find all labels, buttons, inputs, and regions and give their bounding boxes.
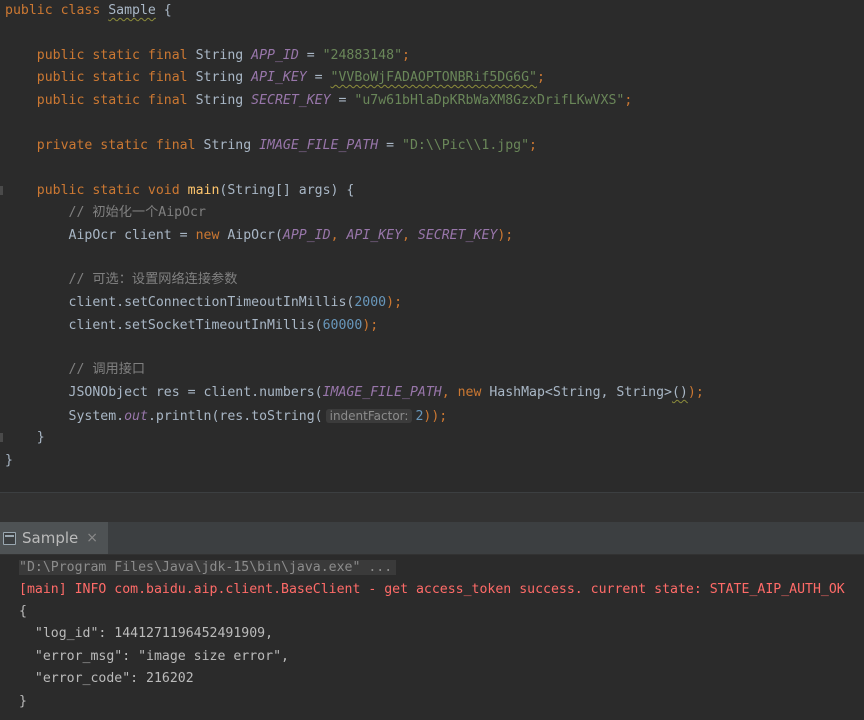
code-line-class-decl: public class Sample { — [5, 0, 172, 22]
panel-divider[interactable] — [0, 492, 864, 523]
constant-name: API_KEY — [346, 228, 403, 243]
semicolon: ; — [402, 48, 410, 63]
fold-marker-icon[interactable] — [0, 433, 3, 442]
code-line-close-method: } — [5, 427, 45, 449]
code-text: ); — [386, 295, 403, 310]
console-gutter — [0, 555, 8, 720]
tab-label: Sample — [22, 529, 79, 547]
constant-name: IMAGE_FILE_PATH — [322, 385, 442, 400]
code-line-connection-timeout: client.setConnectionTimeoutInMillis(2000… — [5, 292, 402, 314]
number-literal: 2000 — [354, 295, 387, 310]
constant-name: API_KEY — [251, 70, 307, 85]
method-name: main — [187, 183, 220, 198]
keyword: public static final — [36, 70, 196, 85]
keyword: private static final — [36, 138, 204, 153]
code-text: AipOcr( — [227, 228, 283, 243]
code-text: )); — [423, 409, 448, 424]
console-log-line: [main] INFO com.baidu.aip.client.BaseCli… — [19, 579, 845, 601]
operator: = — [378, 138, 402, 153]
code-line-app-id: public static final String APP_ID = "248… — [5, 45, 410, 67]
semicolon: ; — [529, 138, 537, 153]
constant-name: SECRET_KEY — [251, 93, 331, 108]
code-line-close-class: } — [5, 450, 13, 472]
code-line-socket-timeout: client.setSocketTimeoutInMillis(60000); — [5, 315, 379, 337]
code-text: .println(res.toString( — [147, 409, 323, 424]
code-line-api-key: public static final String API_KEY = "VV… — [5, 67, 545, 89]
code-text: System. — [68, 409, 125, 424]
constant-name: IMAGE_FILE_PATH — [259, 138, 379, 153]
number-literal: 60000 — [322, 318, 363, 333]
console-json-line: { — [19, 604, 27, 619]
code-text: ); — [362, 318, 379, 333]
keyword: public static final — [36, 48, 196, 63]
console-json-line: "log_id": 1441271196452491909, — [19, 626, 274, 641]
code-text: { — [155, 3, 172, 18]
operator: = — [298, 48, 323, 63]
code-text: (String[] args) { — [219, 183, 355, 198]
string-literal: "u7w61bHlaDpKRbWaXM8GzxDrifLKwVXS" — [354, 93, 625, 108]
separator: , — [402, 228, 418, 243]
code-text: ); — [687, 385, 704, 400]
keyword: new — [457, 385, 490, 400]
keyword: public static void — [36, 183, 188, 198]
type-name: String — [195, 93, 252, 108]
run-console-icon — [3, 531, 16, 545]
console-command-line[interactable]: "D:\Program Files\Java\jdk-15\bin\java.e… — [19, 557, 397, 579]
semicolon: ; — [624, 93, 633, 108]
code-line-numbers-call: JSONObject res = client.numbers(IMAGE_FI… — [5, 382, 704, 404]
log-text: [main] INFO com.baidu.aip.client.BaseCli… — [19, 582, 845, 597]
code-text: () — [671, 385, 688, 400]
close-icon[interactable]: × — [86, 530, 98, 546]
code-text: JSONObject res = client.numbers( — [68, 385, 323, 400]
code-text: ); — [497, 228, 514, 243]
static-field: out — [124, 409, 148, 424]
console-json-line: "error_msg": "image size error", — [19, 649, 289, 664]
fold-marker-icon[interactable] — [0, 186, 3, 195]
string-literal: "VVBoWjFADAOPTONBRif5DG6G" — [330, 70, 537, 85]
code-line-client-init: AipOcr client = new AipOcr(APP_ID, API_K… — [5, 225, 514, 247]
console-json-line: } — [19, 694, 27, 709]
comment: // 调用接口 — [68, 362, 146, 377]
operator: = — [306, 70, 331, 85]
code-text: } — [5, 453, 13, 468]
semicolon: ; — [536, 70, 545, 85]
run-console-output[interactable]: "D:\Program Files\Java\jdk-15\bin\java.e… — [0, 555, 864, 720]
parameter-hint: indentFactor: — [325, 409, 413, 423]
console-json-line: "error_code": 216202 — [19, 671, 194, 686]
code-line-secret-key: public static final String SECRET_KEY = … — [5, 90, 633, 112]
constant-name: APP_ID — [251, 48, 299, 63]
run-tab-sample[interactable]: Sample × — [0, 522, 108, 554]
keyword: public class — [5, 3, 109, 18]
constant-name: APP_ID — [282, 228, 331, 243]
code-line-comment-init: // 初始化一个AipOcr — [5, 202, 206, 224]
class-name: Sample — [108, 3, 156, 18]
code-line-image-path: private static final String IMAGE_FILE_P… — [5, 135, 537, 157]
code-editor[interactable]: public class Sample { public static fina… — [0, 0, 864, 492]
keyword: public static final — [36, 93, 196, 108]
keyword: new — [195, 228, 228, 243]
code-text: client.setConnectionTimeoutInMillis( — [68, 295, 355, 310]
code-text: AipOcr client = — [68, 228, 196, 243]
type-name: String — [195, 70, 252, 85]
code-line-comment-optional: // 可选：设置网络连接参数 — [5, 269, 238, 291]
comment: // 初始化一个AipOcr — [68, 205, 206, 220]
code-line-println: System.out.println(res.toString(indentFa… — [5, 405, 447, 427]
comment: // 可选：设置网络连接参数 — [68, 272, 238, 287]
code-line-main-decl: public static void main(String[] args) { — [5, 180, 355, 202]
separator: , — [330, 228, 347, 243]
code-text: client.setSocketTimeoutInMillis( — [68, 318, 323, 333]
run-tool-window-tabbar: Sample × — [0, 522, 864, 555]
constant-name: SECRET_KEY — [417, 228, 498, 243]
separator: , — [441, 385, 458, 400]
code-line-comment-call: // 调用接口 — [5, 359, 146, 381]
code-text: } — [36, 430, 45, 445]
string-literal: "D:\\Pic\\1.jpg" — [402, 138, 530, 153]
java-command[interactable]: "D:\Program Files\Java\jdk-15\bin\java.e… — [19, 560, 397, 575]
type-name: String — [203, 138, 260, 153]
code-text: HashMap<String, String> — [489, 385, 672, 400]
type-name: String — [195, 48, 252, 63]
string-literal: "24883148" — [322, 48, 403, 63]
operator: = — [330, 93, 355, 108]
